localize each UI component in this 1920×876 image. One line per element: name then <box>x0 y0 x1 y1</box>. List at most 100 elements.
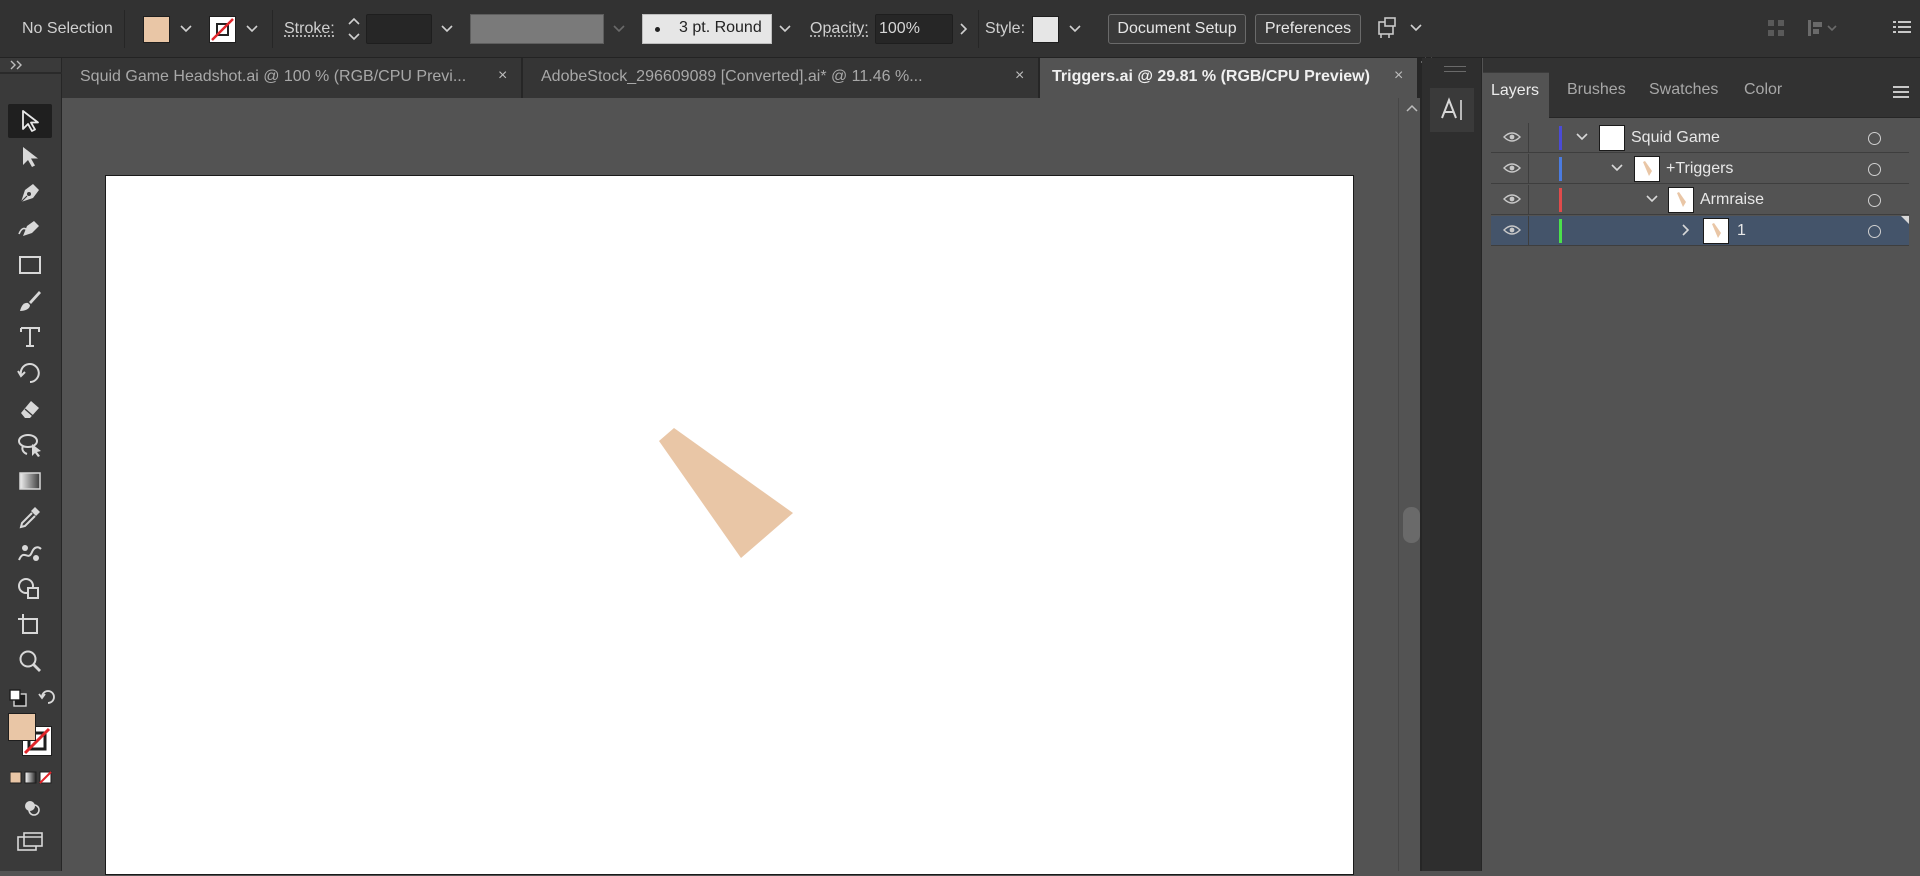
stroke-dropdown-chevron-icon[interactable] <box>241 14 263 44</box>
close-icon[interactable]: × <box>498 67 507 85</box>
stroke-weight-chevron-icon[interactable] <box>436 14 458 44</box>
layer-target-circle[interactable] <box>1868 163 1881 176</box>
lasso-tool-icon[interactable] <box>8 428 52 462</box>
layer-row-triggers[interactable]: +Triggers <box>1491 154 1909 184</box>
layers-panel: Layers Brushes Swatches Color Squid Game <box>1483 58 1920 871</box>
scrollbar-thumb[interactable] <box>1403 507 1420 543</box>
tab-swatches[interactable]: Swatches <box>1641 72 1726 118</box>
stroke-weight-stepper[interactable] <box>343 13 365 45</box>
pen-tool-icon[interactable] <box>8 176 52 210</box>
stroke-color-swatch[interactable] <box>209 16 236 43</box>
tab-label: Squid Game Headshot.ai @ 100 % (RGB/CPU … <box>80 68 467 85</box>
swap-fill-stroke-icon[interactable] <box>38 688 58 708</box>
color-mode-buttons[interactable] <box>10 771 52 785</box>
tab-adobestock-converted[interactable]: AdobeStock_296609089 [Converted].ai* @ 1… <box>523 58 1039 98</box>
preferences-button[interactable]: Preferences <box>1255 14 1361 44</box>
document-tab-bar: Squid Game Headshot.ai @ 100 % (RGB/CPU … <box>62 58 1422 98</box>
draw-mode-icon[interactable] <box>22 798 42 818</box>
selection-indicator <box>1901 216 1909 224</box>
layer-color-bar <box>1559 157 1562 181</box>
layer-row-1[interactable]: 1 <box>1491 216 1909 246</box>
arrange-documents-icon[interactable] <box>1375 16 1403 42</box>
zoom-tool-icon[interactable] <box>8 644 52 678</box>
expand-chevron-icon[interactable] <box>1575 130 1589 144</box>
layer-color-bar <box>1559 126 1562 150</box>
rotate-tool-icon[interactable] <box>8 356 52 390</box>
tab-squid-game-headshot[interactable]: Squid Game Headshot.ai @ 100 % (RGB/CPU … <box>62 58 522 98</box>
eraser-tool-icon[interactable] <box>8 392 52 426</box>
divider <box>1528 123 1529 153</box>
character-panel-icon[interactable] <box>1430 88 1474 132</box>
expand-chevron-right-icon[interactable] <box>1679 223 1693 237</box>
document-canvas[interactable] <box>62 98 1422 875</box>
brush-definition-chevron-icon[interactable] <box>774 14 796 44</box>
shape-builder-tool-icon[interactable] <box>8 572 52 606</box>
puppet-warp-tool-icon[interactable] <box>8 536 52 570</box>
layer-color-bar <box>1559 188 1562 212</box>
opacity-label[interactable]: Opacity: <box>810 19 869 39</box>
brush-definition-field[interactable]: 3 pt. Round <box>642 14 772 44</box>
layer-thumbnail <box>1703 218 1729 244</box>
brush-definition-label: 3 pt. Round <box>679 19 762 36</box>
curvature-tool-icon[interactable] <box>8 212 52 246</box>
opacity-input[interactable]: 100% <box>875 14 953 44</box>
panel-tab-bar: Layers Brushes Swatches Color <box>1483 58 1920 118</box>
graphic-style-chevron-icon[interactable] <box>1064 14 1086 44</box>
layer-target-circle[interactable] <box>1868 225 1881 238</box>
visibility-eye-icon[interactable] <box>1503 224 1521 236</box>
graphic-style-swatch[interactable] <box>1032 16 1059 43</box>
gradient-tool-icon[interactable] <box>8 464 52 498</box>
visibility-eye-icon[interactable] <box>1503 162 1521 174</box>
selection-status: No Selection <box>22 20 113 37</box>
properties-list-icon[interactable] <box>1893 19 1911 35</box>
tools-panel <box>0 58 62 871</box>
control-bar: No Selection Stroke: 3 pt. Round Opacity… <box>0 0 1920 58</box>
style-label: Style: <box>985 20 1026 37</box>
paintbrush-tool-icon[interactable] <box>8 284 52 318</box>
tab-triggers[interactable]: Triggers.ai @ 29.81 % (RGB/CPU Preview) … <box>1040 58 1418 98</box>
arm-shape[interactable] <box>659 428 793 558</box>
fill-color-swatch[interactable] <box>143 16 170 43</box>
screen-mode-icon[interactable] <box>16 831 44 853</box>
vertical-scrollbar[interactable] <box>1398 98 1422 871</box>
divider <box>978 10 979 48</box>
expand-chevron-icon[interactable] <box>1645 192 1659 206</box>
selection-tool-icon[interactable] <box>8 104 52 138</box>
divider <box>1528 154 1529 184</box>
layer-row-armraise[interactable]: Armraise <box>1491 185 1909 215</box>
artboard-tool-icon[interactable] <box>8 608 52 642</box>
visibility-eye-icon[interactable] <box>1503 193 1521 205</box>
stroke-label[interactable]: Stroke: <box>284 19 335 39</box>
layer-name: 1 <box>1737 222 1746 239</box>
tab-layers[interactable]: Layers <box>1483 72 1549 118</box>
layer-target-circle[interactable] <box>1868 132 1881 145</box>
grip-handle[interactable] <box>1444 66 1466 72</box>
tab-brushes[interactable]: Brushes <box>1559 72 1634 118</box>
direct-selection-tool-icon[interactable] <box>8 140 52 174</box>
layer-row-squid-game[interactable]: Squid Game <box>1491 123 1909 153</box>
tab-color[interactable]: Color <box>1736 72 1790 118</box>
close-icon[interactable]: × <box>1394 67 1403 85</box>
collapse-toolbar-icon[interactable] <box>10 60 24 70</box>
stroke-weight-input[interactable] <box>366 14 432 44</box>
fill-color-indicator[interactable] <box>8 713 36 741</box>
scroll-up-icon[interactable] <box>1406 104 1418 112</box>
variable-width-chevron-icon <box>608 14 630 44</box>
collapsed-panel-strip <box>1422 58 1482 871</box>
type-tool-icon[interactable] <box>8 320 52 354</box>
default-fill-stroke-icon[interactable] <box>8 688 28 708</box>
layer-target-circle[interactable] <box>1868 194 1881 207</box>
document-setup-button[interactable]: Document Setup <box>1108 14 1246 44</box>
align-grid-icon <box>1766 18 1786 38</box>
eyedropper-tool-icon[interactable] <box>8 500 52 534</box>
close-icon[interactable]: × <box>1015 67 1024 85</box>
arrange-chevron-icon[interactable] <box>1405 13 1427 43</box>
fill-dropdown-chevron-icon[interactable] <box>175 14 197 44</box>
panel-menu-icon[interactable] <box>1893 86 1909 98</box>
variable-width-profile[interactable] <box>470 14 604 44</box>
opacity-arrow-icon[interactable] <box>953 14 975 44</box>
artboard[interactable] <box>105 175 1354 875</box>
expand-chevron-icon[interactable] <box>1610 161 1624 175</box>
rectangle-tool-icon[interactable] <box>8 248 52 282</box>
visibility-eye-icon[interactable] <box>1503 131 1521 143</box>
